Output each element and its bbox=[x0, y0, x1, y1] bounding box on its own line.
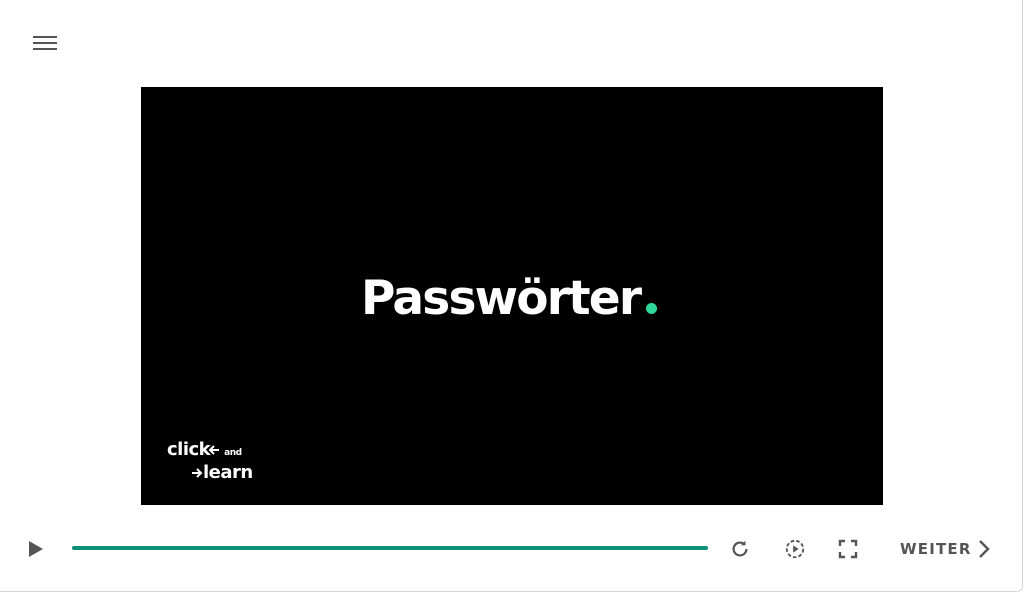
video-title-group: Passwörter bbox=[361, 271, 658, 326]
click-and-learn-logo: click and learn bbox=[167, 437, 253, 483]
arrow-left-icon bbox=[208, 445, 220, 455]
hamburger-menu-icon bbox=[33, 36, 57, 50]
control-bar: WEITER bbox=[0, 528, 1022, 570]
play-button[interactable] bbox=[20, 534, 50, 564]
logo-word-and: and bbox=[224, 448, 242, 458]
next-label: WEITER bbox=[900, 540, 972, 558]
replay-icon bbox=[732, 540, 748, 557]
replay-button[interactable] bbox=[725, 534, 755, 564]
next-button[interactable]: WEITER bbox=[900, 535, 990, 563]
autoplay-icon bbox=[785, 539, 805, 559]
progress-fill bbox=[72, 546, 708, 550]
title-dot bbox=[646, 303, 658, 314]
logo-word-learn: learn bbox=[203, 462, 253, 483]
chevron-right-icon bbox=[978, 540, 990, 558]
autoplay-button[interactable] bbox=[780, 534, 810, 564]
fullscreen-button[interactable] bbox=[833, 534, 863, 564]
video-title: Passwörter bbox=[361, 271, 642, 326]
progress-bar[interactable] bbox=[72, 546, 708, 550]
fullscreen-icon bbox=[838, 539, 858, 559]
play-icon bbox=[29, 541, 43, 557]
arrow-right-icon bbox=[192, 468, 203, 478]
video-area[interactable]: Passwörter click and learn bbox=[141, 87, 883, 505]
logo-word-click: click bbox=[167, 439, 211, 460]
menu-button[interactable] bbox=[30, 32, 60, 54]
